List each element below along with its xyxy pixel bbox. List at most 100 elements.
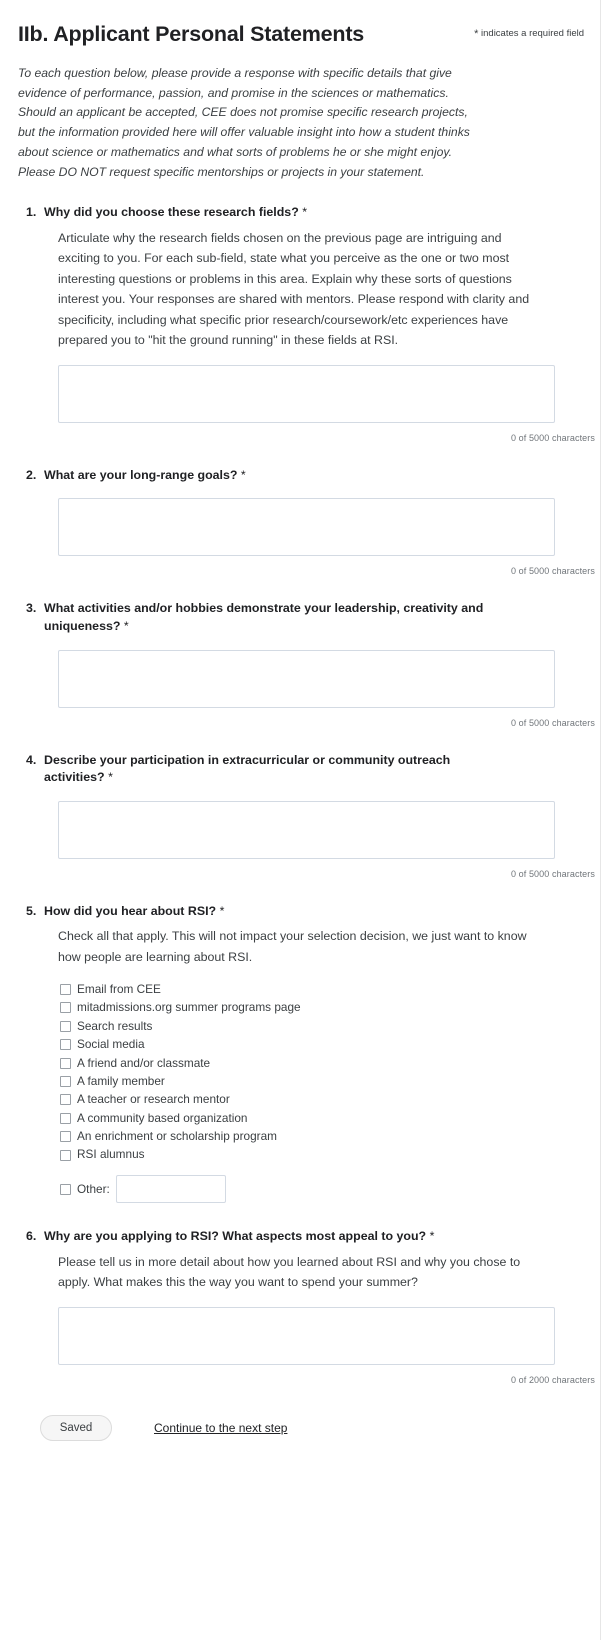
checkbox-label-other[interactable]: Other: [77,1182,110,1196]
question-2-counter: 0 of 5000 characters [510,566,595,577]
how-did-you-hear-checkbox-group: Email from CEE mitadmissions.org summer … [58,980,582,1204]
question-3-required: * [123,619,129,634]
checkbox-row[interactable]: A family member [58,1072,582,1090]
question-5-title: How did you hear about RSI? * [44,903,225,918]
question-4-heading: 4. Describe your participation in extrac… [18,752,582,787]
question-5-heading: 5. How did you hear about RSI? * [18,903,582,921]
checkbox-mitadmissions-page[interactable] [60,1002,71,1014]
checkbox-label[interactable]: A community based organization [77,1111,248,1126]
checkbox-row[interactable]: A friend and/or classmate [58,1054,582,1072]
question-4-counter: 0 of 5000 characters [510,868,595,879]
question-6-required: * [429,1229,435,1244]
question-6-answer-input[interactable] [58,1306,555,1365]
checkbox-row[interactable]: RSI alumnus [58,1146,582,1164]
question-4-answer-wrap: 0 of 5000 characters [58,800,595,879]
intro-line: but the information provided here will o… [18,125,470,140]
question-3: 3. What activities and/or hobbies demons… [0,600,600,727]
checkbox-row-other[interactable]: Other: [58,1174,582,1204]
required-note-label: indicates a required field [481,28,584,39]
required-field-note: * indicates a required field [474,28,584,40]
intro-line: about science or mathematics and what so… [18,144,453,159]
question-2-title: What are your long-range goals? * [44,467,246,482]
checkbox-label[interactable]: Social media [77,1037,145,1052]
question-3-counter: 0 of 5000 characters [510,717,595,728]
checkbox-family-member[interactable] [60,1076,71,1088]
question-5-number: 5. [26,903,37,918]
question-2: 2. What are your long-range goals? * 0 o… [0,467,600,577]
question-5: 5. How did you hear about RSI? * Check a… [0,903,600,1204]
question-1-answer-wrap: 0 of 5000 characters [58,364,595,443]
question-5-description: Check all that apply. This will not impa… [58,929,527,964]
checkbox-email-from-cee[interactable] [60,984,71,996]
question-1-heading: 1. Why did you choose these research fie… [18,204,582,222]
question-5-required: * [219,903,225,918]
question-1-required: * [302,205,308,220]
question-6-description: Please tell us in more detail about how … [58,1254,521,1290]
intro-line: Should an applicant be accepted, CEE doe… [18,105,468,120]
checkbox-label[interactable]: mitadmissions.org summer programs page [77,1000,301,1015]
question-4: 4. Describe your participation in extrac… [0,752,600,879]
saved-button[interactable]: Saved [40,1414,112,1441]
intro-line: To each question below, please provide a… [18,65,452,80]
question-6: 6. Why are you applying to RSI? What asp… [0,1228,600,1385]
question-1-title: Why did you choose these research fields… [44,205,308,220]
question-4-title: Describe your participation in extracurr… [44,752,451,785]
checkbox-label[interactable]: A family member [77,1074,165,1089]
question-4-required: * [108,770,113,785]
checkbox-rsi-alumnus[interactable] [60,1149,71,1161]
question-6-counter: 0 of 2000 characters [510,1374,595,1385]
checkbox-search-results[interactable] [60,1020,71,1032]
checkbox-social-media[interactable] [60,1039,71,1051]
intro-paragraph: To each question below, please provide a… [18,64,538,183]
checkbox-row[interactable]: Search results [58,1017,582,1035]
checkbox-row[interactable]: Email from CEE [58,980,582,998]
question-6-answer-wrap: 0 of 2000 characters [58,1306,595,1385]
checkbox-row[interactable]: Social media [58,1036,582,1054]
personal-statements-page: IIb. Applicant Personal Statements * ind… [0,0,601,1640]
intro-line: Please DO NOT request specific mentorshi… [18,164,425,179]
question-1-answer-input[interactable] [58,364,555,423]
page-title: IIb. Applicant Personal Statements [18,22,365,46]
question-3-answer-wrap: 0 of 5000 characters [58,649,595,728]
question-6-heading: 6. Why are you applying to RSI? What asp… [18,1228,582,1246]
checkbox-row[interactable]: A community based organization [58,1109,582,1127]
question-4-answer-input[interactable] [58,800,555,859]
checkbox-row[interactable]: An enrichment or scholarship program [58,1128,582,1146]
checkbox-label[interactable]: Email from CEE [77,982,161,997]
question-2-heading: 2. What are your long-range goals? * [18,467,582,485]
question-6-number: 6. [26,1229,37,1244]
checkbox-other[interactable] [60,1183,71,1195]
question-2-answer-wrap: 0 of 5000 characters [58,498,595,576]
checkbox-label[interactable]: A teacher or research mentor [77,1092,230,1107]
checkbox-friend-or-classmate[interactable] [60,1057,71,1069]
question-1-counter: 0 of 5000 characters [510,432,595,443]
checkbox-label[interactable]: Search results [77,1019,152,1034]
question-1: 1. Why did you choose these research fie… [0,204,600,442]
question-1-description: Articulate why the research fields chose… [58,231,530,348]
checkbox-label[interactable]: An enrichment or scholarship program [77,1129,277,1144]
question-2-required: * [240,467,246,482]
continue-to-next-step-link[interactable]: Continue to the next step [154,1421,287,1435]
checkbox-label[interactable]: A friend and/or classmate [77,1056,210,1071]
intro-line: evidence of performance, passion, and pr… [18,85,449,100]
questions-list: 1. Why did you choose these research fie… [0,204,600,1384]
checkbox-row[interactable]: A teacher or research mentor [58,1091,582,1109]
checkbox-label[interactable]: RSI alumnus [77,1147,145,1162]
checkbox-community-based-organization[interactable] [60,1112,71,1124]
question-3-title: What activities and/or hobbies demonstra… [44,601,484,634]
question-6-title: Why are you applying to RSI? What aspect… [44,1229,435,1244]
page-header: IIb. Applicant Personal Statements * ind… [0,0,600,48]
required-asterisk: * [474,28,479,40]
checkbox-enrichment-or-scholarship-program[interactable] [60,1131,71,1143]
checkbox-row[interactable]: mitadmissions.org summer programs page [58,999,582,1017]
question-3-answer-input[interactable] [58,649,555,708]
form-footer: Saved Continue to the next step [0,1414,600,1481]
checkbox-teacher-or-mentor[interactable] [60,1094,71,1106]
question-2-answer-input[interactable] [58,498,555,557]
question-3-heading: 3. What activities and/or hobbies demons… [18,600,582,635]
other-text-input[interactable] [115,1175,226,1204]
